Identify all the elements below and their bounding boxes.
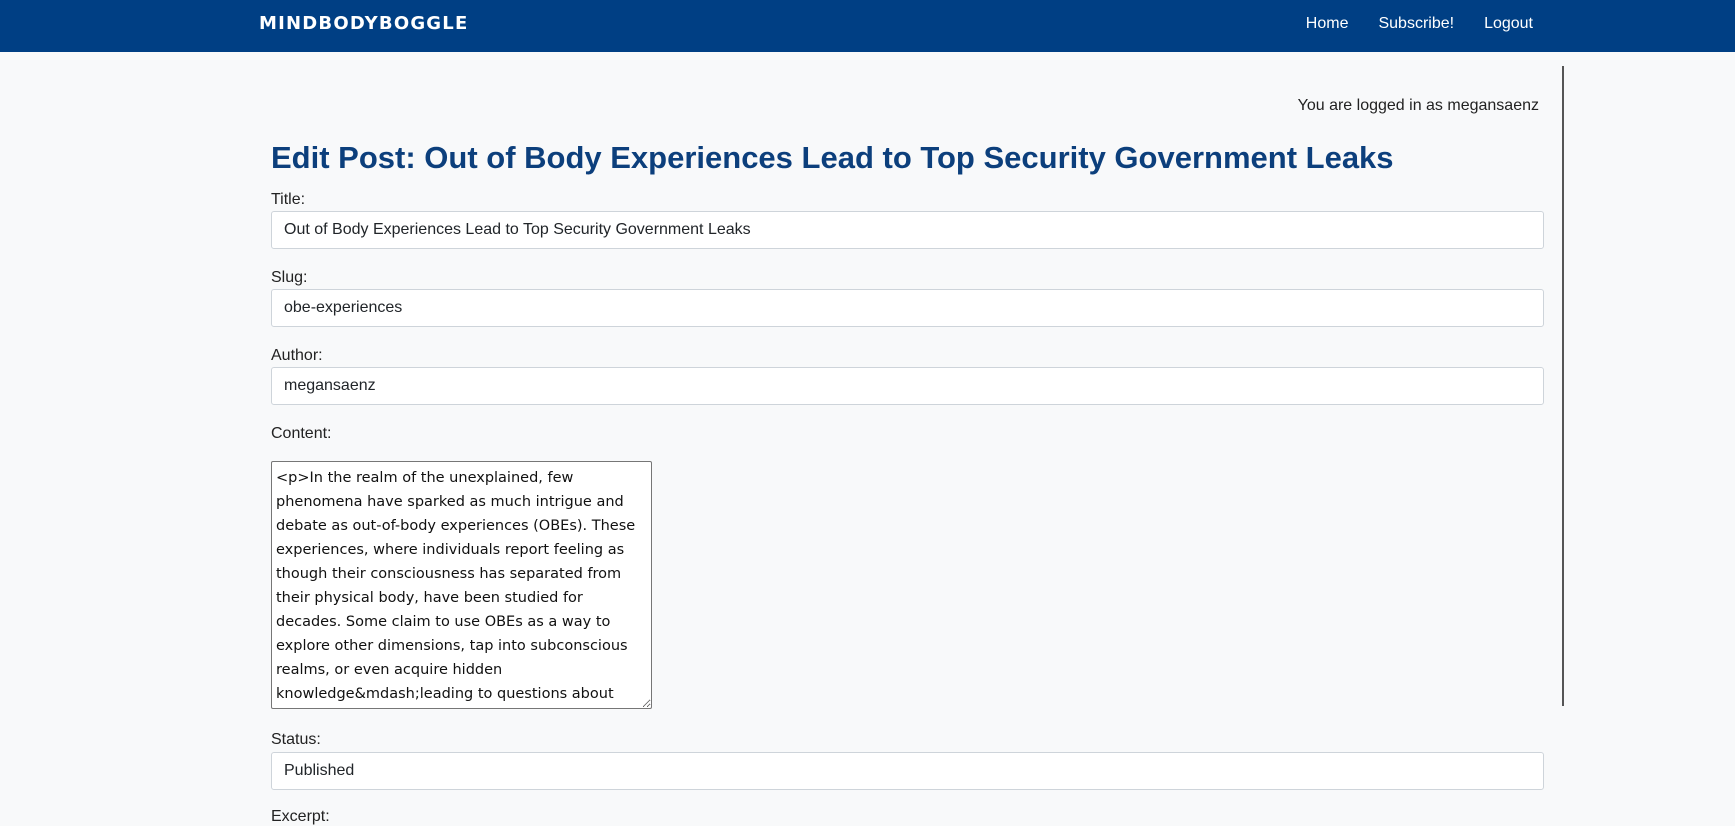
author-label: Author: xyxy=(271,347,323,364)
top-navbar: MINDBODYBOGGLE Home Subscribe! Logout xyxy=(0,0,1735,52)
title-label: Title: xyxy=(271,191,306,208)
nav-logout-link[interactable]: Logout xyxy=(1484,15,1533,33)
slug-input[interactable] xyxy=(271,289,1544,327)
scrollbar-divider xyxy=(1562,66,1564,706)
site-brand[interactable]: MINDBODYBOGGLE xyxy=(259,13,468,34)
nav-home-link[interactable]: Home xyxy=(1306,15,1349,33)
author-input[interactable] xyxy=(271,367,1544,405)
nav-subscribe-link[interactable]: Subscribe! xyxy=(1378,15,1454,33)
nav-links: Home Subscribe! Logout xyxy=(1306,15,1533,33)
login-status: You are logged in as megansaenz xyxy=(1297,97,1539,114)
excerpt-label: Excerpt: xyxy=(271,808,330,825)
slug-label: Slug: xyxy=(271,269,308,286)
status-label: Status: xyxy=(271,731,321,748)
content-textarea[interactable]: <p>In the realm of the unexplained, few … xyxy=(271,461,652,709)
content-label: Content: xyxy=(271,425,332,442)
title-input[interactable] xyxy=(271,211,1544,249)
status-input[interactable] xyxy=(271,752,1544,790)
page-title: Edit Post: Out of Body Experiences Lead … xyxy=(271,140,1394,175)
